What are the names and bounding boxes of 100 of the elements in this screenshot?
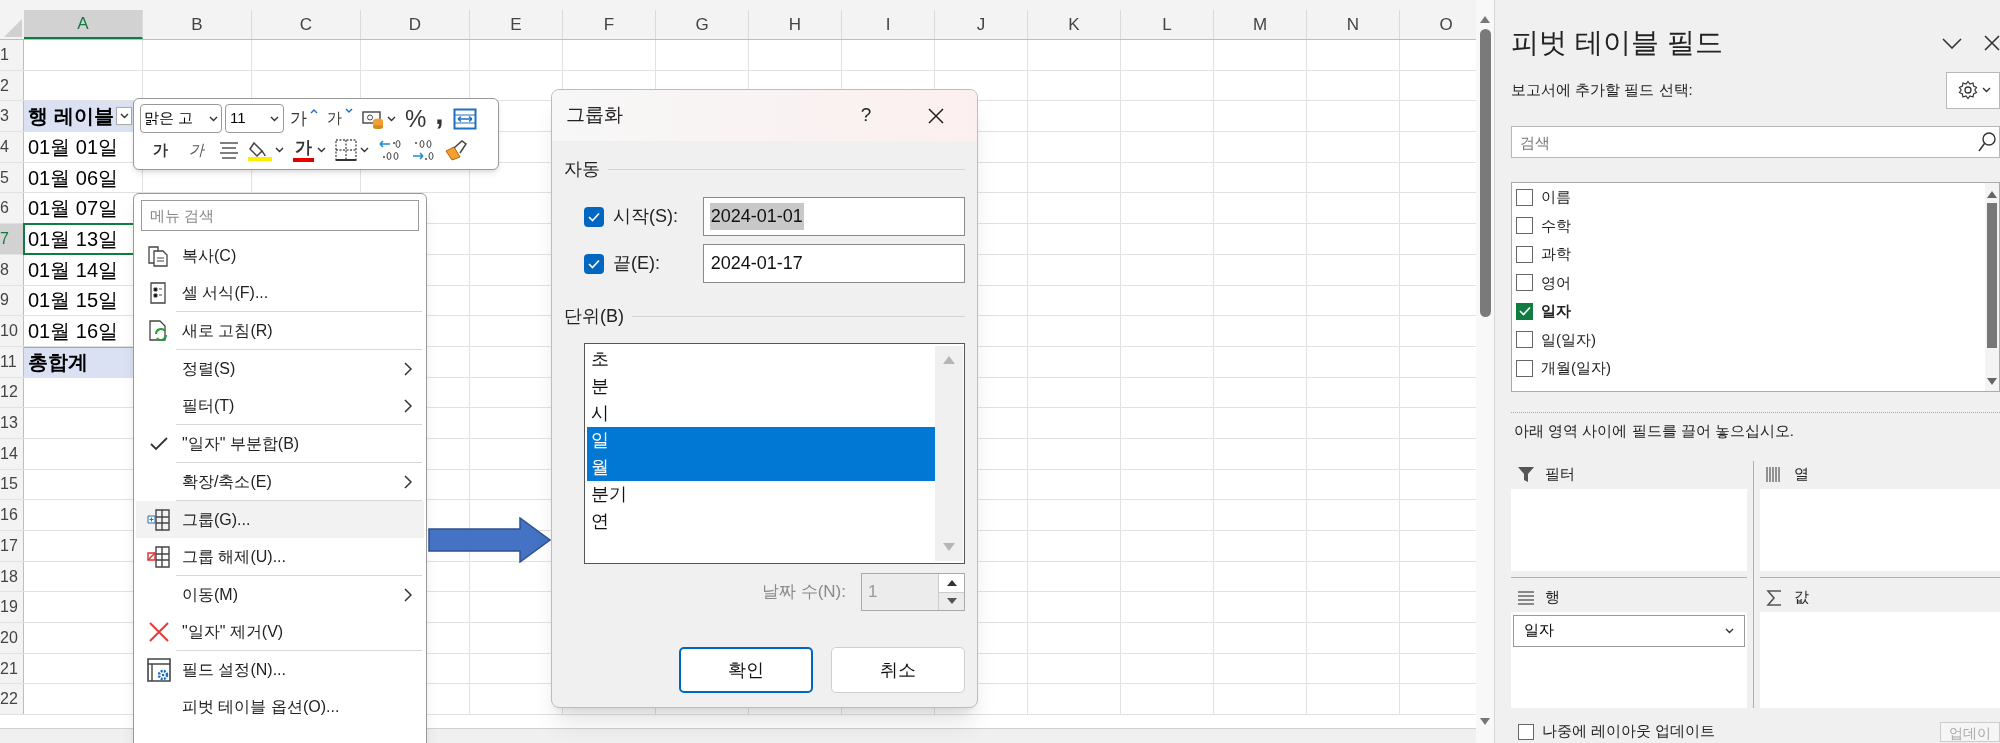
help-button[interactable]: ? (851, 100, 881, 131)
checkbox-label[interactable]: 시작(S): (612, 203, 703, 230)
dialog-button[interactable]: 취소 (831, 647, 965, 693)
font-name-field[interactable]: 맑은 고 (140, 104, 222, 133)
field-label[interactable]: 개월(일자) (1541, 357, 1611, 380)
menu-item[interactable]: 이동(M) (182, 582, 404, 607)
dialog-button[interactable]: 확인 (679, 647, 813, 693)
percent-button[interactable]: % (402, 104, 430, 133)
field-label[interactable]: 일(일자) (1541, 328, 1596, 351)
checkbox[interactable] (1518, 723, 1534, 740)
column-header[interactable]: J (935, 10, 1028, 39)
list-item[interactable]: 초 (587, 346, 935, 373)
field-label[interactable]: 영어 (1541, 271, 1571, 294)
menu-item[interactable]: 셀 서식(F)... (182, 280, 424, 305)
column-header[interactable]: K (1028, 10, 1121, 39)
checkbox[interactable] (1516, 217, 1533, 235)
menu-item[interactable]: 필터(T) (182, 393, 404, 418)
row-header[interactable]: 8 (0, 254, 24, 285)
grow-font-button[interactable]: 가 (287, 104, 321, 133)
menu-item[interactable]: 복사(C) (182, 243, 424, 268)
list-item[interactable]: 시 (587, 400, 935, 427)
row-header[interactable]: 16 (0, 500, 24, 530)
row-header[interactable]: 22 (0, 684, 24, 715)
checkbox[interactable] (584, 206, 604, 227)
row-header[interactable]: 11 (0, 346, 24, 377)
scroll-thumb[interactable] (1479, 29, 1491, 317)
checkbox[interactable] (1516, 331, 1533, 349)
checkbox[interactable] (1516, 359, 1533, 377)
row-header[interactable]: 10 (0, 316, 24, 346)
field-label[interactable]: 과학 (1541, 243, 1571, 266)
unit-list[interactable]: 초 분 시 일 월 분기 연 (584, 343, 965, 564)
column-header[interactable]: N (1307, 10, 1400, 39)
date-field[interactable]: 2024-01-01 (702, 197, 965, 236)
checkbox[interactable] (1516, 274, 1533, 292)
filter-dropdown-button[interactable] (116, 107, 132, 126)
column-header[interactable]: C (252, 10, 361, 39)
menu-item[interactable]: 정렬(S) (182, 356, 404, 381)
checkbox[interactable] (1516, 188, 1533, 206)
field-label[interactable]: 수학 (1541, 214, 1571, 237)
column-header[interactable]: A (24, 10, 143, 39)
checkbox[interactable] (1516, 245, 1533, 263)
font-color-button[interactable]: 가 (290, 136, 329, 164)
row-header[interactable]: 14 (0, 438, 24, 469)
area-field-dropdown[interactable]: 일자 (1513, 614, 1745, 647)
bold-button[interactable]: 가 (144, 136, 177, 164)
row-header[interactable]: 4 (0, 132, 24, 162)
scrollbar[interactable] (935, 346, 963, 561)
column-header[interactable]: G (656, 10, 749, 39)
row-header[interactable]: 5 (0, 162, 24, 193)
row-header[interactable]: 20 (0, 623, 24, 653)
menu-item[interactable]: "일자" 부분합(B) (182, 431, 424, 456)
row-header[interactable]: 3 (0, 101, 24, 132)
font-size-field[interactable]: 11 (225, 104, 284, 133)
row-header[interactable]: 18 (0, 561, 24, 592)
date-field[interactable]: 2024-01-17 (702, 244, 965, 283)
settings-button[interactable] (1946, 71, 2000, 109)
row-header[interactable]: 21 (0, 653, 24, 684)
column-header[interactable]: H (749, 10, 842, 39)
row-header[interactable]: 15 (0, 469, 24, 500)
list-item[interactable]: 분기 (587, 481, 935, 508)
column-header[interactable]: D (361, 10, 470, 39)
column-header[interactable]: B (143, 10, 252, 39)
checkbox-label[interactable]: 나중에 레이아웃 업데이트 (1542, 720, 1716, 743)
column-header[interactable]: E (470, 10, 563, 39)
column-header[interactable]: F (563, 10, 656, 39)
row-header[interactable]: 6 (0, 193, 24, 224)
menu-search-field[interactable]: 메뉴 검색 (141, 200, 419, 231)
menu-item[interactable]: 확장/축소(E) (182, 469, 404, 494)
row-header[interactable]: 13 (0, 408, 24, 438)
comma-style-button[interactable]: , (432, 104, 447, 133)
row-header[interactable]: 12 (0, 377, 24, 408)
menu-item[interactable]: 피벗 테이블 옵션(O)... (182, 694, 424, 719)
checkbox-label[interactable]: 끝(E): (612, 250, 703, 277)
scrollbar[interactable] (1476, 0, 1494, 743)
row-header[interactable]: 17 (0, 531, 24, 561)
search-field[interactable]: 검색 (1511, 126, 2000, 158)
italic-button[interactable]: 가 (180, 136, 213, 164)
field-label[interactable]: 일자 (1541, 300, 1571, 323)
close-button[interactable] (1984, 35, 2000, 51)
checkbox[interactable] (584, 253, 604, 274)
menu-item[interactable]: "일자" 제거(V) (182, 619, 424, 644)
menu-item[interactable]: 새로 고침(R) (182, 318, 424, 343)
list-item[interactable]: 분 (587, 373, 935, 400)
spin-up-button[interactable] (939, 574, 964, 593)
row-header[interactable]: 9 (0, 285, 24, 316)
shrink-font-button[interactable]: 가 (324, 104, 356, 133)
list-item[interactable]: 일 (587, 427, 935, 454)
checkbox[interactable] (1516, 302, 1533, 320)
row-header[interactable]: 19 (0, 592, 24, 623)
list-item[interactable]: 연 (587, 508, 935, 535)
row-header[interactable]: 2 (0, 70, 24, 101)
menu-item[interactable]: 필드 설정(N)... (182, 657, 424, 682)
column-header[interactable]: L (1121, 10, 1214, 39)
scroll-thumb[interactable] (1987, 203, 1997, 348)
menu-item[interactable]: 그룹 해제(U)... (182, 544, 424, 569)
list-item[interactable]: 월 (587, 454, 935, 481)
scrollbar[interactable] (1985, 183, 1999, 391)
field-label[interactable]: 이름 (1541, 186, 1571, 209)
row-header[interactable]: 1 (0, 40, 24, 70)
column-header[interactable]: M (1214, 10, 1307, 39)
